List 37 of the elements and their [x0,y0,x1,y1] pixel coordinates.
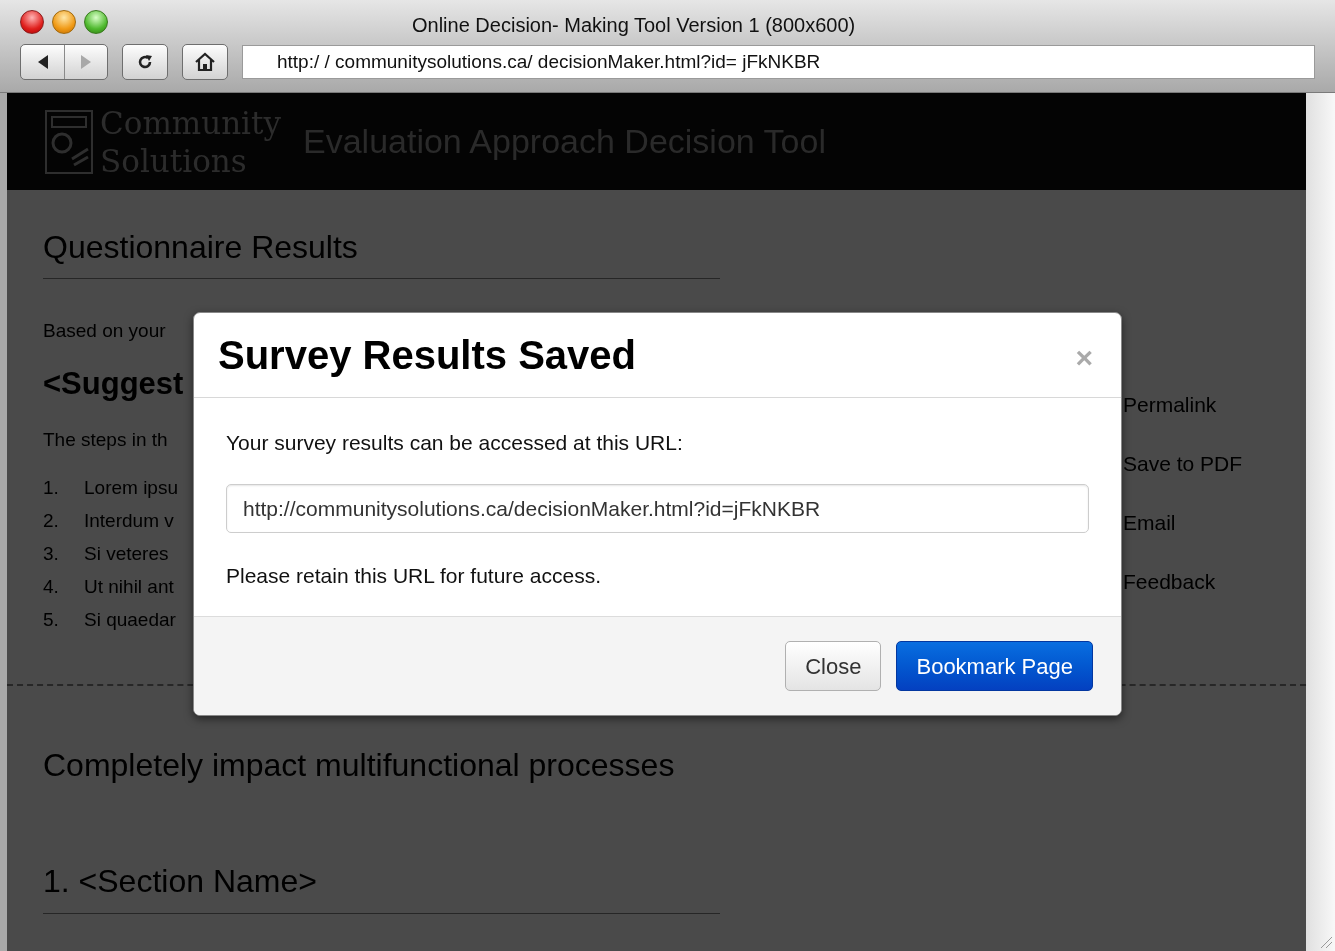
zoom-window-icon[interactable] [84,10,108,34]
forward-arrow-icon [79,53,93,71]
step-text: Lorem ipsu [84,476,178,500]
home-icon [194,52,216,72]
url-field[interactable]: http://communitysolutions.ca/decisionMaker.html?id=jFkNKBR [226,484,1089,533]
suggestion-heading: <Suggest [43,366,184,402]
step-text: Si quaedar [84,608,176,632]
section-title: Completely impact multifunctional processes [43,746,676,784]
bookmark-button[interactable]: Bookmark Page [896,641,1093,691]
modal-title: Survey Results Saved [218,332,636,379]
step-text: Ut nihil ant [84,575,174,599]
intro-text: Based on your [43,319,166,343]
resize-grip-icon[interactable] [1319,935,1333,949]
reload-button[interactable] [122,44,168,80]
step-text: Si veteres [84,542,169,566]
step-text: Interdum v [84,509,174,533]
window-title: Online Decision- Making Tool Version 1 (800x600) [412,13,856,38]
home-button[interactable] [182,44,228,80]
sidebar-link[interactable]: Email [1123,511,1243,535]
minimize-window-icon[interactable] [52,10,76,34]
step-number: 3. [43,542,60,566]
modal-message: Your survey results can be accessed at this URL: [226,430,684,456]
page-heading: Questionnaire Results [43,228,359,266]
sidebar-link[interactable]: Feedback [1123,570,1243,594]
step-number: 2. [43,509,60,533]
step-number: 5. [43,608,60,632]
close-window-icon[interactable] [20,10,44,34]
modal-note: Please retain this URL for future access. [226,563,603,589]
sidebar-link[interactable]: Save to PDF [1123,452,1243,476]
close-button[interactable]: Close [785,641,882,691]
sidebar-link[interactable]: Permalink [1123,393,1243,417]
step-number: 1. [43,476,60,500]
section-heading: 1. <Section Name> [43,862,318,900]
address-field[interactable]: http:/ / communitysolutions.ca/ decisionMaker.html?id= jFkNKBR [242,45,1315,79]
logo-icon [44,108,94,175]
steps-intro: The steps in th [43,428,168,452]
step-number: 4. [43,575,60,599]
